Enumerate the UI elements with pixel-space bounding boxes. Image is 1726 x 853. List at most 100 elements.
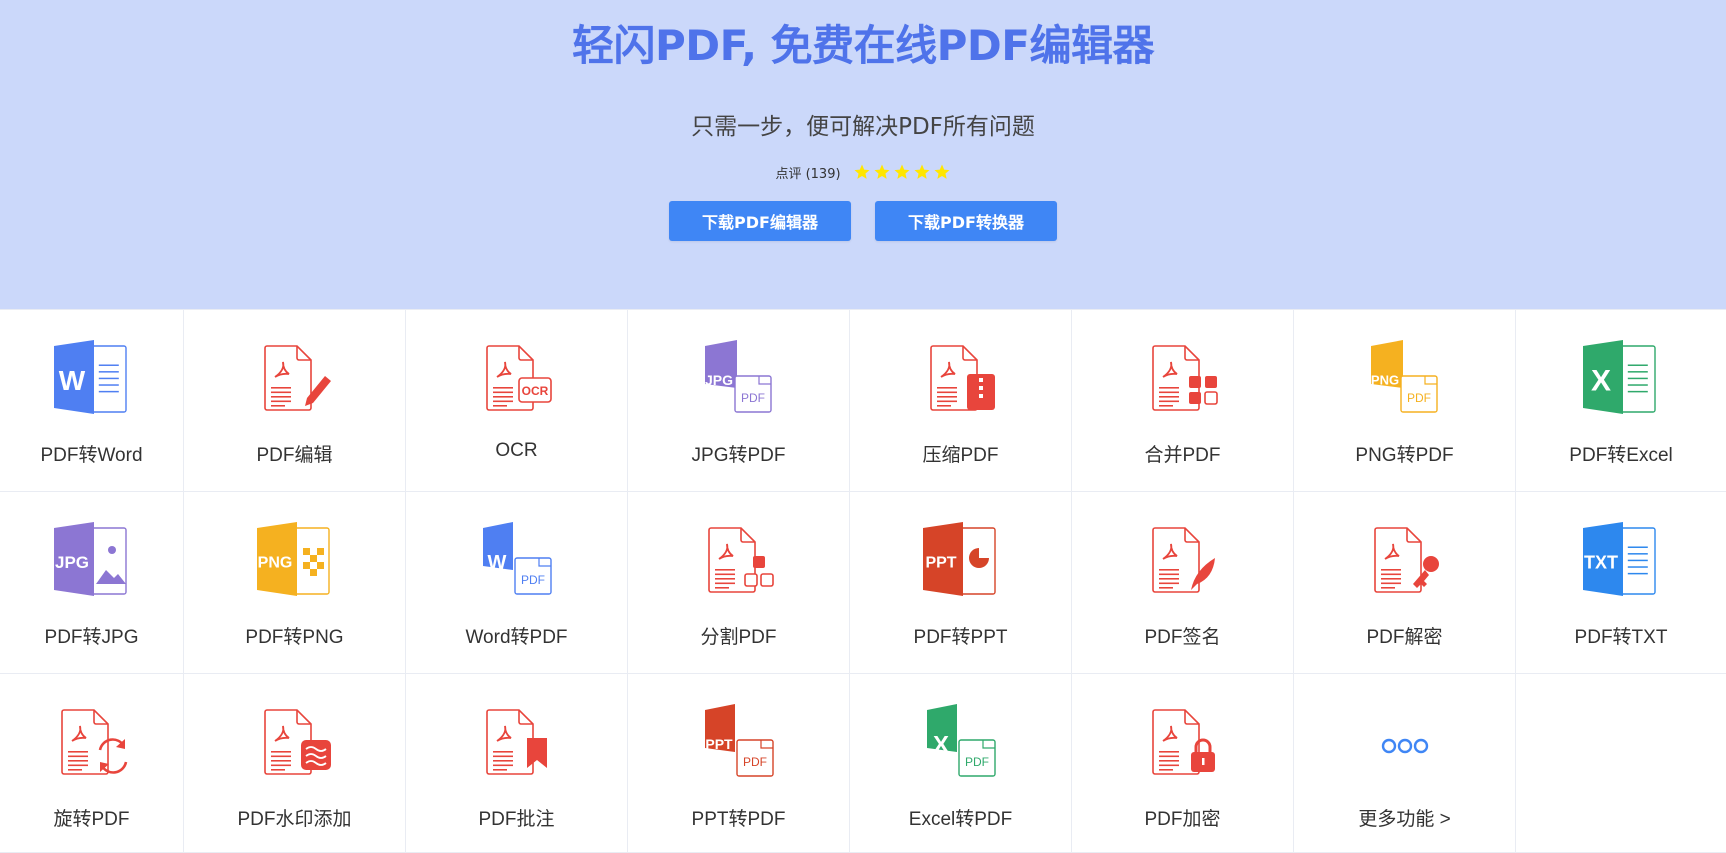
tool-pdf-to-jpg[interactable]: JPG PDF转JPG [0,492,184,674]
tool-pdf-to-png[interactable]: PNG PDF转PNG [184,492,406,674]
hero-banner: 轻闪PDF, 免费在线PDF编辑器 只需一步，便可解决PDF所有问题 点评 (1… [0,0,1726,309]
tool-label: 更多功能 > [1358,809,1451,830]
svg-text:X: X [932,731,948,758]
compress-pdf-icon [929,345,995,411]
tool-label: PDF转PNG [245,627,344,648]
ocr-icon: OCR [485,345,552,411]
word-to-pdf-icon: W PDF [482,522,552,595]
star-icon [874,164,890,179]
pdf-to-png-icon: PNG [256,522,330,596]
tool-png-to-pdf[interactable]: PNG PDF PNG转PDF [1294,310,1516,492]
tool-ppt-to-pdf[interactable]: PPT PDF PPT转PDF [628,674,850,853]
tool-merge-pdf[interactable]: 合并PDF [1072,310,1294,492]
star-rating [853,163,951,181]
svg-text:PNG: PNG [1370,373,1398,388]
pdf-decrypt-icon [1373,527,1439,593]
pdf-to-ppt-icon: PPT [922,522,996,596]
star-icon [914,164,930,179]
svg-text:W: W [58,365,85,396]
excel-to-pdf-icon: X PDF [926,704,996,777]
download-buttons: 下载PDF编辑器 下载PDF转换器 [0,201,1726,241]
tool-word-to-pdf[interactable]: W PDF Word转PDF [406,492,628,674]
tool-label: Excel转PDF [908,809,1013,830]
png-to-pdf-icon: PNG PDF [1370,340,1438,413]
svg-text:PPT: PPT [925,555,956,572]
svg-text:W: W [487,552,506,574]
tool-rotate-pdf[interactable]: 旋转PDF [0,674,184,853]
tool-pdf-to-word[interactable]: W PDF转Word [0,310,184,492]
split-pdf-icon [707,527,774,593]
tool-label: PDF加密 [1144,809,1221,830]
tool-label: PDF转Word [40,445,143,466]
page-title: 轻闪PDF, 免费在线PDF编辑器 [571,21,1155,70]
tool-label: OCR [495,440,538,461]
pdf-to-word-icon: W [53,340,127,414]
pdf-to-jpg-icon: JPG [53,522,127,596]
empty-cell [1516,674,1726,853]
svg-text:PNG: PNG [257,555,292,572]
svg-text:JPG: JPG [54,553,88,572]
download-pdf-editor-button[interactable]: 下载PDF编辑器 [669,201,851,241]
tool-ocr[interactable]: OCR OCR [406,310,628,492]
tool-excel-to-pdf[interactable]: X PDF Excel转PDF [850,674,1072,853]
pdf-to-txt-icon: TXT [1583,522,1656,596]
tool-more[interactable]: 更多功能 > [1294,674,1516,853]
tool-pdf-encrypt[interactable]: PDF加密 [1072,674,1294,853]
svg-text:PPT: PPT [705,736,733,752]
tool-pdf-annotate[interactable]: PDF批注 [406,674,628,853]
page-subtitle: 只需一步，便可解决PDF所有问题 [691,114,1035,140]
pdf-sign-icon [1151,527,1215,593]
rating-row: 点评 (139) [0,160,1726,184]
svg-text:PDF: PDF [521,573,545,587]
svg-text:X: X [1591,365,1611,398]
rating-label: 点评 (139) [775,166,841,182]
tool-split-pdf[interactable]: 分割PDF [628,492,850,674]
tool-grid: W PDF转Word PDF编辑 OCR OCR JPG PDF JPG转PDF 压缩… [0,309,1726,853]
tool-label: PDF转PPT [913,627,1008,648]
tool-label: PDF转Excel [1569,445,1673,466]
tool-pdf-to-excel[interactable]: X PDF转Excel [1516,310,1726,492]
tool-pdf-edit[interactable]: PDF编辑 [184,310,406,492]
pdf-encrypt-icon [1151,709,1215,775]
svg-text:PDF: PDF [741,391,765,405]
star-icon [894,164,910,179]
tool-pdf-watermark[interactable]: PDF水印添加 [184,674,406,853]
tool-label: 分割PDF [700,627,777,648]
ppt-to-pdf-icon: PPT PDF [704,704,774,777]
tool-pdf-to-txt[interactable]: TXT PDF转TXT [1516,492,1726,674]
svg-text:TXT: TXT [1584,552,1618,572]
tool-label: PDF转TXT [1574,627,1668,648]
tool-pdf-sign[interactable]: PDF签名 [1072,492,1294,674]
tool-pdf-to-ppt[interactable]: PPT PDF转PPT [850,492,1072,674]
tool-label: PDF编辑 [256,445,333,466]
tool-label: 压缩PDF [922,445,999,466]
tool-label: PPT转PDF [691,809,786,830]
tool-label: PDF签名 [1144,627,1221,648]
tool-label: PDF解密 [1366,627,1443,648]
tool-compress-pdf[interactable]: 压缩PDF [850,310,1072,492]
pdf-to-excel-icon: X [1583,340,1656,414]
svg-text:PDF: PDF [743,755,767,769]
pdf-annotate-icon [485,709,547,775]
svg-text:PDF: PDF [965,755,989,769]
tool-label: PDF转JPG [44,627,139,648]
rotate-pdf-icon [60,709,127,775]
tool-label: PNG转PDF [1355,445,1454,466]
pdf-edit-icon [263,345,331,411]
tool-label: Word转PDF [465,627,568,648]
pdf-watermark-icon [263,709,331,775]
tool-pdf-decrypt[interactable]: PDF解密 [1294,492,1516,674]
more-icon [1381,738,1428,754]
star-icon [934,164,950,179]
jpg-to-pdf-icon: JPG PDF [704,340,772,413]
tool-label: 旋转PDF [53,809,130,830]
tool-label: 合并PDF [1144,445,1221,466]
merge-pdf-icon [1151,345,1218,411]
svg-text:OCR: OCR [521,384,548,398]
tool-label: PDF水印添加 [237,809,352,830]
star-icon [854,164,870,179]
tool-label: JPG转PDF [691,445,786,466]
download-pdf-converter-button[interactable]: 下载PDF转换器 [875,201,1057,241]
tool-jpg-to-pdf[interactable]: JPG PDF JPG转PDF [628,310,850,492]
tool-label: PDF批注 [478,809,555,830]
